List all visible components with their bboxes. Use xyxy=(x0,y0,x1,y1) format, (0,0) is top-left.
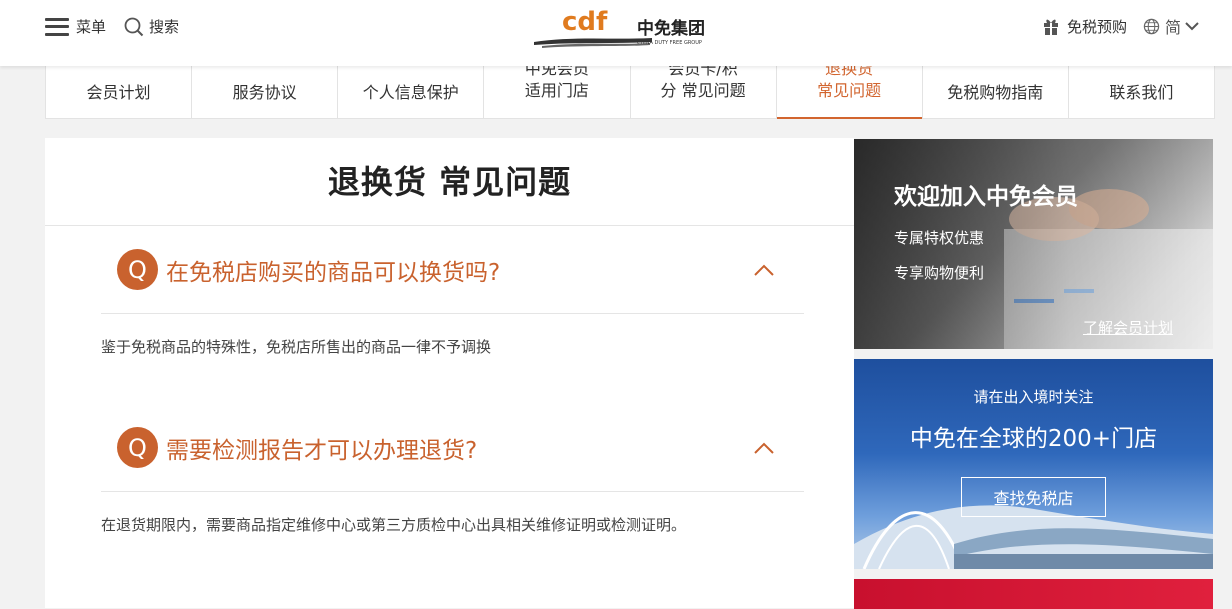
tab-label-line2: 分 常见问题 xyxy=(660,81,746,100)
faq-question-text: 需要检测报告才可以办理退货? xyxy=(166,437,478,464)
faq-answer: 鉴于免税商品的特殊性，免税店所售出的商品一律不予调换 xyxy=(101,338,492,356)
faq-answer: 在退货期限内，需要商品指定维修中心或第三方质检中心出具相关维修证明或检测证明。 xyxy=(101,516,687,534)
stores-subtitle: 请在出入境时关注 xyxy=(973,388,1094,406)
search-button[interactable]: 搜索 xyxy=(124,16,179,37)
site-header: 菜单 搜索 cdf 中免集团 CHINA DUTY FREE GROUP 免税预… xyxy=(0,0,1232,66)
tab-label: 联系我们 xyxy=(1109,83,1174,102)
stores-banner: 请在出入境时关注 中免在全球的200+门店 查找免税店 xyxy=(854,359,1213,569)
tab-label: 服务协议 xyxy=(232,83,297,102)
tab-label: 会员计划 xyxy=(86,83,151,102)
logo-subtitle: CHINA DUTY FREE GROUP xyxy=(637,40,702,46)
header-right: 免税预购 简 xyxy=(1043,14,1199,38)
chevron-up-icon[interactable] xyxy=(754,442,774,454)
cdf-logo[interactable]: cdf 中免集团 CHINA DUTY FREE GROUP xyxy=(532,6,714,50)
q-badge: Q xyxy=(117,249,158,290)
faq-question[interactable]: Q 在免税店购买的商品可以换货吗? xyxy=(101,226,804,314)
gift-icon xyxy=(1043,19,1058,35)
member-perk: 专享购物便利 xyxy=(894,264,985,282)
tab-label: 免税购物指南 xyxy=(947,83,1044,102)
member-banner[interactable]: 欢迎加入中免会员 专属特权优惠 专享购物便利 了解会员计划 xyxy=(854,139,1213,349)
search-icon xyxy=(124,17,144,36)
search-label: 搜索 xyxy=(149,18,180,36)
preorder-link[interactable]: 免税预购 xyxy=(1043,16,1127,37)
globe-icon xyxy=(1143,18,1160,34)
q-badge: Q xyxy=(117,427,158,468)
language-label: 简 xyxy=(1164,18,1181,37)
member-heading: 欢迎加入中免会员 xyxy=(894,184,1078,210)
chevron-down-icon xyxy=(1185,21,1199,30)
stores-heading: 中免在全球的200+门店 xyxy=(909,426,1158,452)
preorder-label: 免税预购 xyxy=(1066,17,1127,36)
chevron-up-icon[interactable] xyxy=(754,264,774,276)
faq-list: Q 在免税店购买的商品可以换货吗? 鉴于免税商品的特殊性，免税店所售出的商品一律… xyxy=(101,226,804,582)
menu-button[interactable]: 菜单 xyxy=(45,16,106,37)
member-plan-link[interactable]: 了解会员计划 xyxy=(1083,317,1173,338)
header-left: 菜单 搜索 xyxy=(45,16,179,37)
page-title: 退换货 常见问题 xyxy=(45,138,854,226)
faq-panel: 退换货 常见问题 Q 在免税店购买的商品可以换货吗? 鉴于免税商品的特殊性，免税… xyxy=(45,138,854,608)
member-perk: 专属特权优惠 xyxy=(894,229,985,247)
logo-name: 中免集团 xyxy=(637,18,705,39)
find-store-button[interactable]: 查找免税店 xyxy=(961,477,1106,517)
logo-mark: cdf xyxy=(562,7,608,37)
hamburger-icon xyxy=(45,17,69,36)
faq-question[interactable]: Q 需要检测报告才可以办理退货? xyxy=(101,404,804,492)
tab-label: 个人信息保护 xyxy=(362,83,459,102)
language-selector[interactable]: 简 xyxy=(1143,14,1199,38)
menu-label: 菜单 xyxy=(76,18,107,36)
tab-label-line2: 适用门店 xyxy=(524,81,589,100)
tab-label-line2: 常见问题 xyxy=(817,81,882,100)
faq-question-text: 在免税店购买的商品可以换货吗? xyxy=(166,259,501,286)
promo-banner[interactable] xyxy=(854,579,1213,609)
